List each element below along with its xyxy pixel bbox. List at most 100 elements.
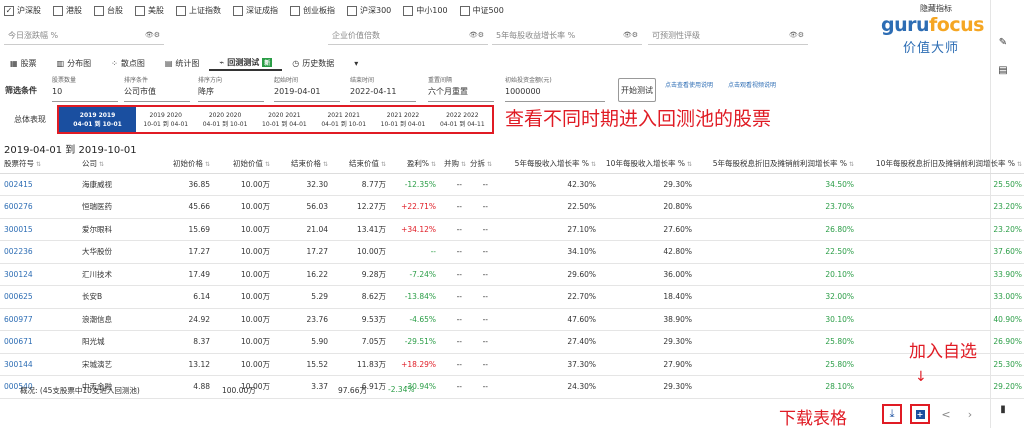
filter-predictability[interactable]: 可预测性评级 👁⚙ <box>648 25 808 45</box>
stock-code-link[interactable]: 300015 <box>0 218 78 241</box>
setting-field-3[interactable]: 起始时间 2019-04-01 <box>274 76 340 102</box>
eye-icon[interactable]: 👁⚙ <box>623 31 638 39</box>
eye-icon[interactable]: 👁⚙ <box>469 31 484 39</box>
setting-field-1[interactable]: 排序条件 公司市值 <box>124 76 190 102</box>
column-header[interactable]: 结束价格 ⇅ <box>274 155 332 174</box>
column-header[interactable]: 股票符号 ⇅ <box>0 155 78 174</box>
market-option[interactable]: 美股 <box>135 5 164 16</box>
market-option[interactable]: 创业板指 <box>290 5 335 16</box>
sort-icon[interactable]: ⇅ <box>99 161 104 168</box>
setting-field-4[interactable]: 结束时间 2022-04-11 <box>350 76 416 102</box>
checkbox-icon[interactable] <box>403 5 414 16</box>
sort-icon[interactable]: ⇅ <box>36 161 41 168</box>
sort-icon[interactable]: ⇅ <box>461 161 466 168</box>
column-header[interactable]: 结束价值 ⇅ <box>332 155 390 174</box>
setting-field-6[interactable]: 初始投资金额(元) 1000000 <box>505 76 605 102</box>
tab-2[interactable]: ⁘ 散点图 <box>101 55 155 71</box>
market-option[interactable]: 中证500 <box>459 5 504 16</box>
column-header[interactable]: 10年每股收入增长率 % ⇅ <box>600 155 696 174</box>
sort-icon[interactable]: ⇅ <box>265 161 270 168</box>
column-header[interactable]: 并购 ⇅ <box>440 155 466 174</box>
checkbox-icon[interactable] <box>290 5 300 16</box>
market-option[interactable]: 中小100 <box>403 5 448 16</box>
checkbox-icon[interactable]: ✓ <box>4 5 14 16</box>
period-option[interactable]: 2020 2020 04-01 到 10-01 <box>195 107 254 132</box>
sort-icon[interactable]: ⇅ <box>849 161 854 168</box>
sort-icon[interactable]: ⇅ <box>487 161 492 168</box>
checkbox-icon[interactable] <box>135 5 145 16</box>
stock-code-link[interactable]: 600276 <box>0 195 78 219</box>
stock-code-link[interactable]: 000671 <box>0 330 78 354</box>
setting-field-0[interactable]: 股票数量 10 <box>52 76 118 102</box>
stock-code-link[interactable]: 300124 <box>0 263 78 286</box>
eye-icon[interactable]: 👁⚙ <box>145 31 160 39</box>
column-header[interactable]: 分拆 ⇅ <box>466 155 492 174</box>
edit-icon[interactable]: ✎ <box>997 37 1009 49</box>
tab-5[interactable]: ◷ 历史数据 <box>282 55 344 71</box>
sort-icon[interactable]: ⇅ <box>381 161 386 168</box>
column-header[interactable]: 公司 ⇅ <box>78 155 148 174</box>
period-option[interactable]: 2021 2022 10-01 到 04-01 <box>373 107 432 132</box>
filter-ev-multiple[interactable]: 企业价值倍数 👁⚙ <box>328 25 488 45</box>
sort-icon[interactable]: ⇅ <box>323 161 328 168</box>
tab-1[interactable]: ▥ 分布图 <box>47 55 102 71</box>
period-option[interactable]: 2019 2019 04-01 到 10-01 <box>59 107 137 132</box>
filter-5y-eps-growth[interactable]: 5年每股收益增长率 % 👁⚙ <box>492 25 642 45</box>
period-option[interactable]: 2022 2022 04-01 到 04-11 <box>433 107 492 132</box>
hide-indicators-link[interactable]: 隐藏指标 <box>920 3 952 14</box>
next-page-button[interactable]: › <box>960 404 980 424</box>
checkbox-icon[interactable] <box>53 5 63 16</box>
column-header[interactable]: 初始价值 ⇅ <box>214 155 274 174</box>
period-option[interactable]: 2019 2020 10-01 到 04-01 <box>136 107 195 132</box>
sort-icon[interactable]: ⇅ <box>687 161 692 168</box>
checkbox-icon[interactable] <box>347 5 357 16</box>
tab-0[interactable]: ▦ 股票 <box>0 55 47 71</box>
market-option[interactable]: 沪深300 <box>347 5 391 16</box>
table-cell: 23.20% <box>858 218 1024 241</box>
column-header[interactable]: 10年每股税息折旧及摊销前利润增长率 % ⇅ <box>858 155 1024 174</box>
notes-icon[interactable]: ▤ <box>997 65 1009 77</box>
setting-value: 降序 <box>198 87 214 96</box>
column-header[interactable]: 盈利% ⇅ <box>390 155 440 174</box>
column-header[interactable]: 5年每股收入增长率 % ⇅ <box>492 155 600 174</box>
sort-icon[interactable]: ⇅ <box>1017 161 1022 168</box>
period-option[interactable]: 2021 2021 04-01 到 10-01 <box>314 107 373 132</box>
market-option[interactable]: 上证指数 <box>176 5 221 16</box>
feedback-icon[interactable]: ▮ <box>997 404 1009 416</box>
market-option[interactable]: 港股 <box>53 5 82 16</box>
market-label: 台股 <box>107 6 123 15</box>
usage-help-link[interactable]: 点击查看使用说明 <box>665 80 713 89</box>
table-cell: 9.53万 <box>332 308 390 331</box>
sort-icon[interactable]: ⇅ <box>591 161 596 168</box>
eye-icon[interactable]: 👁⚙ <box>789 31 804 39</box>
share-button[interactable]: < <box>936 404 956 424</box>
checkbox-icon[interactable] <box>233 5 243 16</box>
filter-today-change[interactable]: 今日涨跌幅 % 👁⚙ <box>4 25 164 45</box>
start-test-button[interactable]: 开始测试 <box>618 78 656 102</box>
chevron-down-icon[interactable]: ▾ <box>344 55 368 71</box>
setting-field-5[interactable]: 重置间隔 六个月重置 <box>428 76 494 102</box>
table-cell: -7.24% <box>390 263 440 286</box>
sort-icon[interactable]: ⇅ <box>205 161 210 168</box>
stock-code-link[interactable]: 002236 <box>0 240 78 264</box>
tab-3[interactable]: ▤ 统计图 <box>155 55 210 71</box>
market-option[interactable]: ✓ 沪深股 <box>4 5 41 16</box>
checkbox-icon[interactable] <box>459 5 470 16</box>
add-watchlist-button[interactable]: + <box>910 404 930 424</box>
sort-icon[interactable]: ⇅ <box>431 161 436 168</box>
column-header[interactable]: 5年每股税息折旧及摊销前利润增长率 % ⇅ <box>696 155 858 174</box>
stock-code-link[interactable]: 000625 <box>0 285 78 309</box>
checkbox-icon[interactable] <box>94 5 104 16</box>
video-help-link[interactable]: 点击观看视频说明 <box>728 80 776 89</box>
market-option[interactable]: 台股 <box>94 5 123 16</box>
period-option[interactable]: 2020 2021 10-01 到 04-01 <box>255 107 314 132</box>
stock-code-link[interactable]: 300144 <box>0 353 78 376</box>
tab-4[interactable]: ⌁ 回测测试新 <box>209 55 283 71</box>
checkbox-icon[interactable] <box>176 5 186 16</box>
stock-code-link[interactable]: 002415 <box>0 173 78 196</box>
stock-code-link[interactable]: 600977 <box>0 308 78 331</box>
setting-field-2[interactable]: 排序方向 降序 <box>198 76 264 102</box>
market-option[interactable]: 深证成指 <box>233 5 278 16</box>
download-button[interactable]: ⤓ <box>882 404 902 424</box>
column-header[interactable]: 初始价格 ⇅ <box>148 155 214 174</box>
